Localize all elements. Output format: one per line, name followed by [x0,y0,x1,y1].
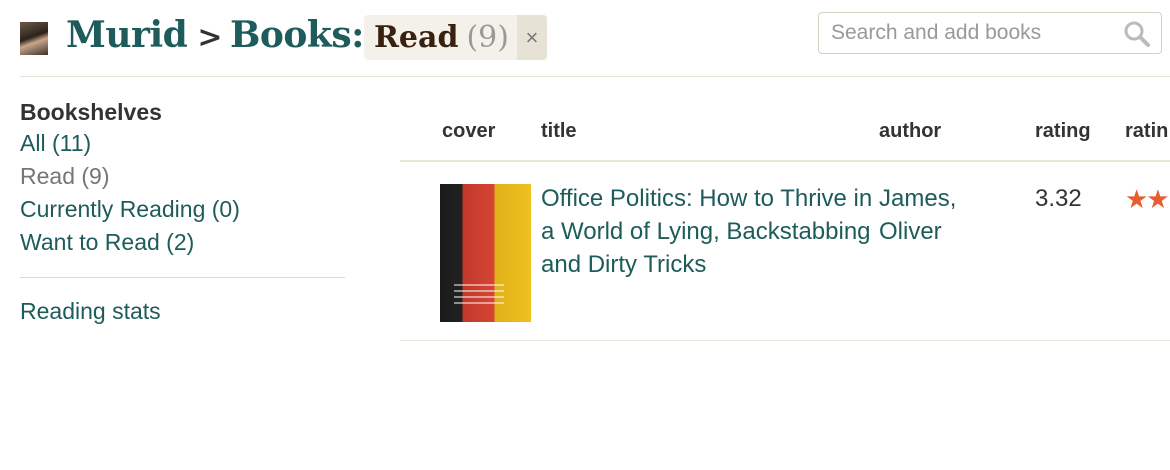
shelf-item-want-to-read[interactable]: Want to Read (2) [20,226,345,259]
shelf-count: (9) [466,20,509,55]
sidebar-divider [20,277,345,278]
user-link[interactable]: Murid [66,14,188,56]
table-header: cover title author rating ratin [400,112,1170,162]
page-header: Murid > Books: Read (9) × [0,0,1170,76]
shelf-item-currently-reading[interactable]: Currently Reading (0) [20,193,345,226]
books-table: cover title author rating ratin Office P… [400,112,1170,341]
books-link[interactable]: Books: [230,14,364,56]
search-box [818,12,1162,54]
book-author-link[interactable]: James, Oliver [879,182,989,248]
cover-art-lines [454,284,504,308]
average-rating: 3.32 [1035,185,1082,212]
book-cover[interactable] [440,184,531,322]
magnifier-icon[interactable] [1123,20,1151,48]
sidebar: Bookshelves All (11) Read (9) Currently … [20,97,345,325]
column-header-my-rating[interactable]: ratin [1125,120,1168,143]
shelf-list: All (11) Read (9) Currently Reading (0) … [20,127,345,259]
close-icon[interactable]: × [516,15,547,60]
table-row: Office Politics: How to Thrive in a Worl… [400,162,1170,341]
my-rating-stars[interactable]: ★★ [1125,184,1170,214]
column-header-cover[interactable]: cover [442,120,495,143]
column-header-rating[interactable]: rating [1035,120,1091,143]
search-input[interactable] [829,13,1123,53]
current-shelf-tag: Read (9) × [364,15,547,60]
book-title-link[interactable]: Office Politics: How to Thrive in a Worl… [541,182,876,281]
shelf-item-all[interactable]: All (11) [20,127,345,160]
column-header-title[interactable]: title [541,120,577,143]
shelf-item-read[interactable]: Read (9) [20,160,345,193]
breadcrumb-separator: > [197,20,222,55]
breadcrumb: Murid > Books: [66,14,364,56]
bookshelves-heading: Bookshelves [20,99,162,125]
user-avatar[interactable] [20,22,48,55]
header-divider [20,76,1170,77]
column-header-author[interactable]: author [879,120,941,143]
reading-stats-link[interactable]: Reading stats [20,298,345,325]
shelf-name: Read [374,20,459,55]
